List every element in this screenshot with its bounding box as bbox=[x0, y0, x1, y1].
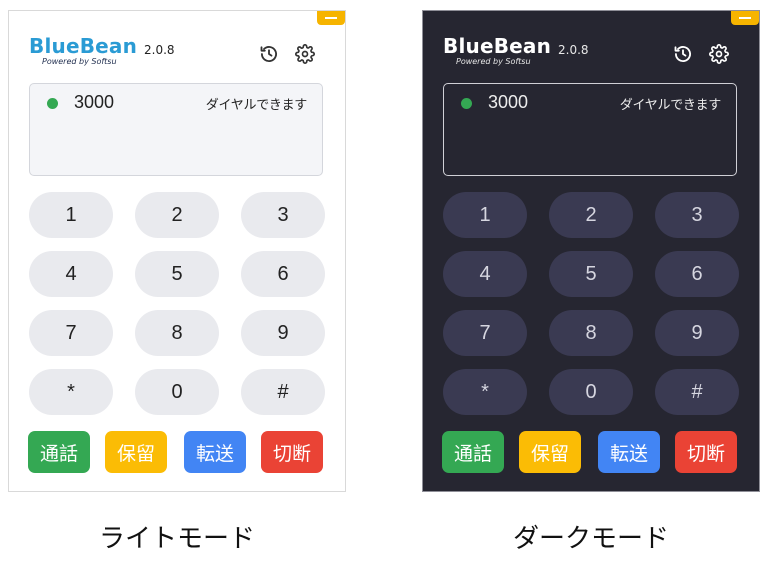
key-hash[interactable]: # bbox=[655, 369, 739, 415]
hangup-button[interactable]: 切断 bbox=[675, 431, 737, 473]
app-logo: BlueBean Powered by Softsu bbox=[29, 35, 137, 66]
key-6[interactable]: 6 bbox=[241, 251, 325, 297]
dial-display: 3000 ダイヤルできます bbox=[443, 83, 737, 176]
key-2[interactable]: 2 bbox=[549, 192, 633, 238]
keypad: 1 2 3 4 5 6 7 8 9 * 0 # bbox=[443, 192, 739, 415]
dial-display: 3000 ダイヤルできます bbox=[29, 83, 323, 176]
key-5[interactable]: 5 bbox=[135, 251, 219, 297]
key-7[interactable]: 7 bbox=[29, 310, 113, 356]
light-mode-caption: ライトモード bbox=[98, 524, 255, 554]
key-0[interactable]: 0 bbox=[135, 369, 219, 415]
key-7[interactable]: 7 bbox=[443, 310, 527, 356]
app-tagline: Powered by Softsu bbox=[456, 57, 531, 66]
key-0[interactable]: 0 bbox=[549, 369, 633, 415]
call-actions: 通話 保留 転送 切断 bbox=[28, 431, 325, 473]
extension-number: 3000 bbox=[488, 92, 529, 112]
app-name: BlueBean bbox=[29, 34, 138, 58]
key-star[interactable]: * bbox=[443, 369, 527, 415]
hold-button[interactable]: 保留 bbox=[519, 431, 581, 473]
key-4[interactable]: 4 bbox=[29, 251, 113, 297]
app-logo: BlueBean Powered by Softsu bbox=[443, 35, 551, 66]
hold-button[interactable]: 保留 bbox=[105, 431, 167, 473]
history-icon[interactable] bbox=[258, 43, 280, 65]
history-icon[interactable] bbox=[672, 43, 694, 65]
key-9[interactable]: 9 bbox=[655, 310, 739, 356]
transfer-button[interactable]: 転送 bbox=[598, 431, 660, 473]
key-5[interactable]: 5 bbox=[549, 251, 633, 297]
key-1[interactable]: 1 bbox=[29, 192, 113, 238]
key-hash[interactable]: # bbox=[241, 369, 325, 415]
extension-number: 3000 bbox=[74, 92, 115, 112]
key-1[interactable]: 1 bbox=[443, 192, 527, 238]
key-3[interactable]: 3 bbox=[655, 192, 739, 238]
status-dot bbox=[47, 98, 58, 109]
key-3[interactable]: 3 bbox=[241, 192, 325, 238]
minimize-icon[interactable] bbox=[317, 11, 345, 25]
hangup-button[interactable]: 切断 bbox=[261, 431, 323, 473]
key-8[interactable]: 8 bbox=[549, 310, 633, 356]
gear-icon[interactable] bbox=[708, 43, 730, 65]
app-version: 2.0.8 bbox=[558, 43, 589, 57]
status-dot bbox=[461, 98, 472, 109]
app-name: BlueBean bbox=[443, 34, 552, 58]
keypad: 1 2 3 4 5 6 7 8 9 * 0 # bbox=[29, 192, 325, 415]
key-8[interactable]: 8 bbox=[135, 310, 219, 356]
call-button[interactable]: 通話 bbox=[442, 431, 504, 473]
key-star[interactable]: * bbox=[29, 369, 113, 415]
dark-mode-window: BlueBean Powered by Softsu 2.0.8 3000 ダイ… bbox=[422, 10, 760, 492]
key-9[interactable]: 9 bbox=[241, 310, 325, 356]
gear-icon[interactable] bbox=[294, 43, 316, 65]
call-button[interactable]: 通話 bbox=[28, 431, 90, 473]
key-4[interactable]: 4 bbox=[443, 251, 527, 297]
transfer-button[interactable]: 転送 bbox=[184, 431, 246, 473]
light-mode-window: BlueBean Powered by Softsu 2.0.8 3000 ダイ… bbox=[8, 10, 346, 492]
status-text: ダイヤルできます bbox=[205, 98, 308, 113]
dark-mode-caption: ダークモード bbox=[512, 524, 669, 554]
minimize-icon[interactable] bbox=[731, 11, 759, 25]
call-actions: 通話 保留 転送 切断 bbox=[442, 431, 739, 473]
app-version: 2.0.8 bbox=[144, 43, 175, 57]
app-tagline: Powered by Softsu bbox=[42, 57, 117, 66]
key-6[interactable]: 6 bbox=[655, 251, 739, 297]
key-2[interactable]: 2 bbox=[135, 192, 219, 238]
status-text: ダイヤルできます bbox=[619, 98, 722, 113]
